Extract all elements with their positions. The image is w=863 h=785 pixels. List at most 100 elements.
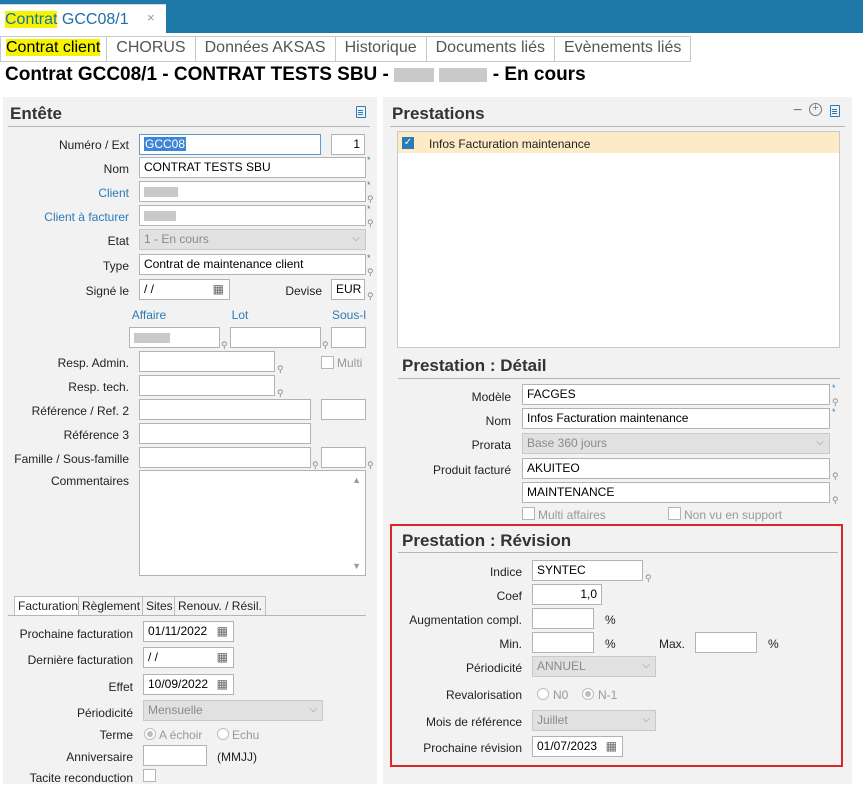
client-label[interactable]: Client — [98, 186, 129, 200]
indice-input[interactable]: SYNTEC — [532, 560, 643, 581]
document-icon[interactable] — [356, 106, 366, 118]
chevron-down-icon: ⌵ — [816, 437, 824, 448]
lookup-icon[interactable]: ⚲ — [367, 195, 374, 204]
detail-nom-input[interactable]: Infos Facturation maintenance — [522, 408, 830, 429]
lookup-icon[interactable]: ⚲ — [832, 472, 839, 481]
periodicite-facturation-select[interactable]: Mensuelle ⌵ — [143, 700, 323, 721]
tab-renouv-resil[interactable]: Renouv. / Résil. — [174, 596, 266, 615]
anniversaire-input[interactable] — [143, 745, 207, 766]
lookup-icon[interactable]: ⚲ — [645, 574, 652, 583]
lookup-icon[interactable]: ⚲ — [322, 341, 329, 350]
required-marker: * — [832, 407, 836, 417]
close-icon[interactable]: × — [147, 10, 155, 25]
lot-label[interactable]: Lot — [225, 308, 255, 322]
lot-input[interactable] — [230, 327, 321, 348]
produit-input[interactable]: AKUITEO — [522, 458, 830, 479]
tab-historique[interactable]: Historique — [335, 36, 427, 62]
signe-date-input[interactable]: / / ▦ — [139, 279, 230, 300]
sous-famille-input[interactable] — [321, 447, 366, 468]
max-input[interactable] — [695, 632, 757, 653]
numero-input[interactable]: GCC08 — [139, 134, 321, 155]
tab-facturation[interactable]: Facturation — [14, 596, 83, 615]
nom-input[interactable]: CONTRAT TESTS SBU — [139, 157, 366, 178]
augmentation-input[interactable] — [532, 608, 594, 629]
lookup-icon[interactable]: ⚲ — [367, 219, 374, 228]
revalorisation-label: Revalorisation — [445, 688, 522, 702]
famille-input[interactable] — [139, 447, 311, 468]
revalo-n0-radio[interactable] — [537, 688, 549, 700]
lookup-icon[interactable]: ⚲ — [367, 292, 374, 301]
reference3-input[interactable] — [139, 423, 311, 444]
calendar-icon[interactable]: ▦ — [217, 650, 228, 664]
terme-label: Terme — [99, 728, 133, 742]
tacite-checkbox[interactable] — [143, 769, 156, 782]
scroll-arrow-icon[interactable]: ▲ — [352, 475, 361, 485]
multi-checkbox[interactable] — [321, 356, 334, 369]
lookup-icon[interactable]: ⚲ — [312, 461, 319, 470]
lookup-icon[interactable]: ⚲ — [277, 389, 284, 398]
divider — [8, 126, 370, 127]
lookup-icon[interactable]: ⚲ — [221, 341, 228, 350]
minus-icon[interactable]: − — [793, 102, 802, 120]
reference2-input[interactable] — [321, 399, 366, 420]
client-facturer-label[interactable]: Client à facturer — [44, 210, 129, 224]
detail-nom-label: Nom — [485, 414, 511, 428]
modele-input[interactable]: FACGES — [522, 384, 830, 405]
window-tab-contrat[interactable]: Contrat GCC08/1 × — [0, 4, 166, 33]
souslot-label[interactable]: Sous-l — [330, 308, 368, 322]
plus-circle-icon[interactable]: + — [809, 103, 822, 116]
resp-tech-input[interactable] — [139, 375, 275, 396]
souslot-input[interactable] — [331, 327, 366, 348]
affaire-input[interactable] — [129, 327, 220, 348]
terme-echu-radio[interactable] — [217, 728, 229, 740]
tab-chorus[interactable]: CHORUS — [107, 36, 196, 62]
scroll-arrow-icon[interactable]: ▼ — [352, 561, 361, 571]
devise-input[interactable]: EUR — [331, 279, 365, 300]
checkbox-checked-icon[interactable]: ✓ — [402, 137, 414, 149]
tab-reglement[interactable]: Règlement — [78, 596, 145, 615]
non-vu-checkbox[interactable] — [668, 507, 681, 520]
tab-contrat-client[interactable]: Contrat client — [0, 36, 108, 62]
derniere-facturation-input[interactable]: / / ▦ — [143, 647, 234, 668]
tab-sites[interactable]: Sites — [142, 596, 177, 615]
type-input[interactable]: Contrat de maintenance client — [139, 254, 366, 275]
terme-a-echoir-radio[interactable] — [144, 728, 156, 740]
min-input[interactable] — [532, 632, 594, 653]
percent-label: % — [605, 637, 616, 651]
lookup-icon[interactable]: ⚲ — [832, 398, 839, 407]
lookup-icon[interactable]: ⚲ — [367, 268, 374, 277]
calendar-icon[interactable]: ▦ — [217, 624, 228, 638]
tab-donnees-aksas[interactable]: Données AKSAS — [195, 36, 336, 62]
famille-label: Famille / Sous-famille — [14, 452, 129, 466]
etat-select[interactable]: 1 - En cours ⌵ — [139, 229, 366, 250]
tab-evenements-lies[interactable]: Evènements liés — [554, 36, 692, 62]
calendar-icon[interactable]: ▦ — [213, 282, 224, 296]
lookup-icon[interactable]: ⚲ — [367, 461, 374, 470]
produit-input-2[interactable]: MAINTENANCE — [522, 482, 830, 503]
commentaires-textarea[interactable]: ▲ ▼ — [139, 470, 366, 576]
revision-periodicite-select[interactable]: ANNUEL ⌵ — [532, 656, 656, 677]
resp-admin-input[interactable] — [139, 351, 275, 372]
lookup-icon[interactable]: ⚲ — [277, 365, 284, 374]
prorata-select[interactable]: Base 360 jours ⌵ — [522, 433, 830, 454]
effet-input[interactable]: 10/09/2022 ▦ — [143, 674, 234, 695]
document-icon[interactable] — [830, 105, 840, 117]
calendar-icon[interactable]: ▦ — [606, 739, 617, 753]
multi-affaires-checkbox[interactable] — [522, 507, 535, 520]
coef-input[interactable]: 1,0 — [532, 584, 602, 605]
affaire-label[interactable]: Affaire — [129, 308, 169, 322]
revalo-n1-radio[interactable] — [582, 688, 594, 700]
lookup-icon[interactable]: ⚲ — [832, 496, 839, 505]
required-marker: * — [367, 253, 371, 263]
tab-documents-lies[interactable]: Documents liés — [426, 36, 555, 62]
prochaine-facturation-input[interactable]: 01/11/2022 ▦ — [143, 621, 234, 642]
chevron-down-icon: ⌵ — [642, 714, 650, 725]
client-input[interactable] — [139, 181, 366, 202]
detail-heading: Prestation : Détail — [402, 356, 547, 375]
mois-reference-select[interactable]: Juillet ⌵ — [532, 710, 656, 731]
calendar-icon[interactable]: ▦ — [217, 677, 228, 691]
reference-input[interactable] — [139, 399, 311, 420]
ext-input[interactable]: 1 — [331, 134, 365, 155]
client-facturer-input[interactable] — [139, 205, 366, 226]
prochaine-revision-input[interactable]: 01/07/2023 ▦ — [532, 736, 623, 757]
